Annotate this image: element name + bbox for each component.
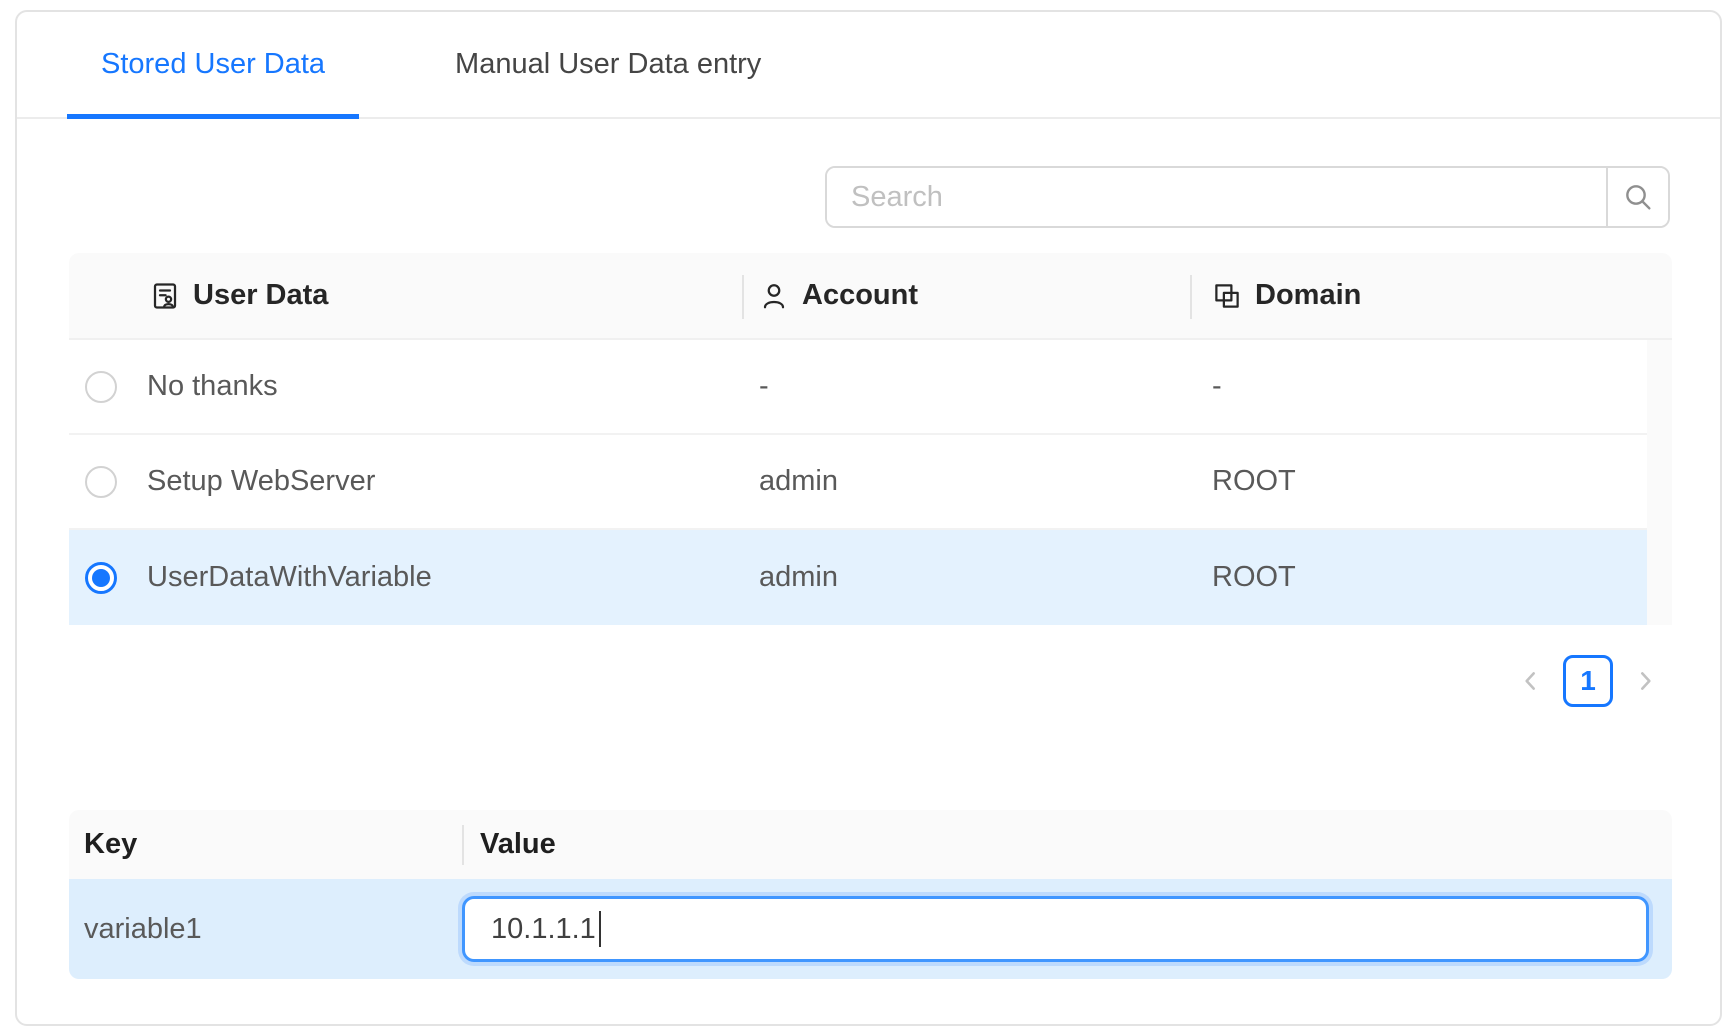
key-cell: variable1 — [69, 913, 462, 946]
cell-account: admin — [742, 465, 1190, 498]
tab-manual-user-data-entry[interactable]: Manual User Data entry — [421, 12, 795, 117]
cell-user-data: Setup WebServer — [132, 465, 742, 498]
cell-account: admin — [742, 561, 1190, 594]
chevron-right-icon — [1632, 668, 1658, 694]
tab-manual-user-data-entry-label: Manual User Data entry — [455, 48, 761, 81]
column-title-user-data: User Data — [193, 279, 328, 312]
column-header-user-data: User Data — [69, 279, 742, 312]
pagination-page-1[interactable]: 1 — [1563, 655, 1613, 707]
column-header-account: Account — [742, 279, 1190, 312]
table-row-setup-webserver[interactable]: Setup WebServer admin ROOT — [69, 435, 1647, 530]
column-header-domain: Domain — [1190, 279, 1647, 312]
table-row-userdatawithvariable[interactable]: UserDataWithVariable admin ROOT — [69, 530, 1647, 625]
cell-user-data: UserDataWithVariable — [132, 561, 742, 594]
cell-domain: ROOT — [1190, 465, 1647, 498]
search-button[interactable] — [1606, 168, 1668, 226]
column-divider — [742, 275, 744, 319]
value-input-text: 10.1.1.1 — [491, 913, 596, 946]
cell-domain: - — [1190, 370, 1647, 403]
key-value-header: Key Value — [69, 810, 1672, 879]
tab-stored-user-data-label: Stored User Data — [101, 48, 325, 81]
table-scrollbar-gutter — [1647, 340, 1672, 625]
table-header: User Data Account Domain — [69, 253, 1672, 340]
text-cursor — [599, 911, 601, 947]
key-value-table: Key Value variable1 10.1.1.1 — [69, 810, 1672, 979]
key-value-row-variable1: variable1 10.1.1.1 — [69, 879, 1672, 979]
radio-setup-webserver[interactable] — [85, 466, 117, 498]
solution-icon — [150, 281, 180, 311]
cell-user-data: No thanks — [132, 370, 742, 403]
radio-userdatawithvariable[interactable] — [85, 562, 117, 594]
column-title-account: Account — [802, 279, 918, 312]
column-title-domain: Domain — [1255, 279, 1361, 312]
pagination-next-button[interactable] — [1628, 655, 1662, 707]
pagination: 1 — [17, 655, 1662, 707]
tab-bar: Stored User Data Manual User Data entry — [17, 12, 1720, 119]
search-input[interactable] — [827, 168, 1606, 226]
chevron-left-icon — [1518, 668, 1544, 694]
column-divider — [1190, 275, 1192, 319]
radio-no-thanks[interactable] — [85, 371, 117, 403]
search-row — [67, 166, 1670, 228]
column-title-key: Key — [69, 828, 462, 861]
column-title-value: Value — [462, 828, 1672, 861]
value-input[interactable]: 10.1.1.1 — [462, 896, 1649, 962]
user-data-table: User Data Account Domain — [69, 253, 1672, 625]
tab-stored-user-data[interactable]: Stored User Data — [67, 12, 359, 117]
table-row-no-thanks[interactable]: No thanks - - — [69, 340, 1647, 435]
cell-account: - — [742, 370, 1190, 403]
user-icon — [759, 281, 789, 311]
pagination-prev-button[interactable] — [1514, 655, 1548, 707]
table-body: No thanks - - Setup WebServer admin ROOT… — [69, 340, 1672, 625]
user-data-panel: Stored User Data Manual User Data entry — [15, 10, 1722, 1026]
column-divider — [462, 825, 464, 865]
search-group — [825, 166, 1670, 228]
cell-domain: ROOT — [1190, 561, 1647, 594]
block-icon — [1212, 281, 1242, 311]
search-icon — [1622, 181, 1654, 213]
